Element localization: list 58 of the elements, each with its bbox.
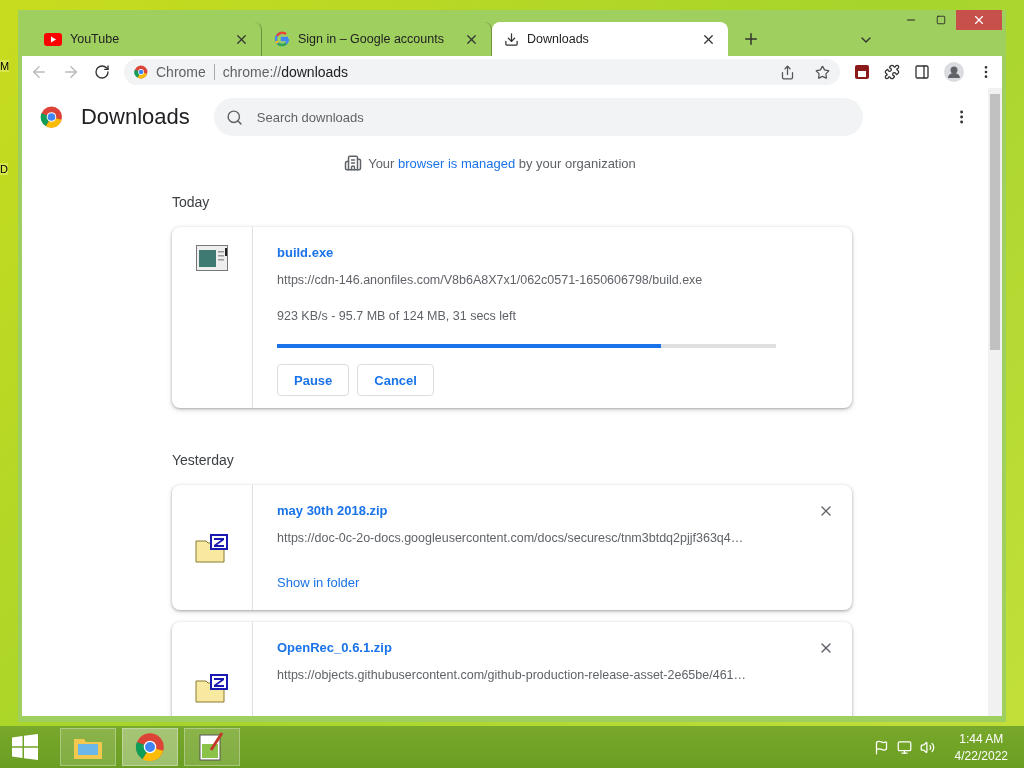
show-in-folder-link[interactable]: Show in folder (277, 575, 360, 590)
address-url: chrome://downloads (222, 64, 350, 80)
tab-title: YouTube (70, 32, 121, 46)
side-panel-icon[interactable] (914, 64, 930, 80)
date-heading: Yesterday (172, 452, 235, 468)
page-title: Downloads (80, 104, 190, 130)
profile-avatar-icon[interactable] (944, 62, 964, 82)
cancel-button[interactable]: Cancel (357, 364, 434, 396)
managed-link[interactable]: browser is managed (398, 155, 516, 171)
taskbar-app-button[interactable] (122, 728, 178, 766)
windows-logo-icon[interactable] (12, 734, 38, 760)
close-icon (972, 13, 986, 27)
extensions-icon[interactable] (884, 64, 900, 80)
tab-title: Sign in – Google accounts (298, 32, 445, 46)
reload-icon[interactable] (94, 64, 110, 80)
source-url: https://cdn-146.anonfiles.com/V8b6A8X7x1/062c0571-1650606798/build.exe (277, 273, 704, 287)
address-bar[interactable]: Chrome chrome://downloads (124, 59, 840, 85)
speaker-icon[interactable] (919, 739, 935, 755)
g-logo-icon (274, 31, 290, 47)
managed-notice: Your browser is managed by your organization (368, 155, 636, 171)
building-icon (344, 154, 363, 172)
source-url: https://doc-0c-2o-docs.googleusercontent.com/docs/securesc/tnm3btdq2pjjf363q4… (277, 531, 745, 545)
chrome-logo-icon (40, 105, 63, 129)
extension-icon[interactable] (854, 64, 870, 80)
tab-title: Downloads (527, 32, 590, 46)
browser-tab[interactable]: Downloads (492, 22, 728, 56)
download-icon (504, 31, 519, 47)
date-heading: Today (172, 194, 211, 210)
video-play-icon (44, 32, 62, 46)
file-name-link[interactable]: build.exe (277, 245, 334, 260)
download-status: 923 KB/s - 95.7 MB of 124 MB, 31 secs left (277, 309, 517, 323)
site-label: Chrome (156, 64, 206, 80)
clock-time: 1:44 AM (959, 731, 1004, 746)
scroll-thumb[interactable] (990, 94, 1000, 350)
flag-icon[interactable] (873, 739, 889, 755)
site-info-icon (134, 65, 148, 79)
new-tab-icon[interactable] (742, 30, 760, 48)
bookmark-star-icon[interactable] (815, 64, 830, 80)
maximize-icon[interactable] (936, 15, 946, 25)
network-icon[interactable] (896, 739, 912, 755)
file-name-link[interactable]: OpenRec_0.6.1.zip (277, 640, 392, 655)
pause-button[interactable]: Pause (277, 364, 350, 396)
file-name-link[interactable]: may 30th 2018.zip (277, 503, 388, 518)
search-icon (225, 108, 243, 126)
scrollbar[interactable] (988, 88, 1002, 716)
taskbar-app-button[interactable] (184, 728, 240, 766)
clock-date: 4/22/2022 (954, 748, 1008, 763)
share-icon[interactable] (780, 64, 795, 80)
zip-folder-icon (195, 673, 229, 703)
desktop-icon-label: D (0, 163, 8, 175)
notepad-icon (198, 732, 226, 762)
search-field[interactable]: Search downloads (213, 98, 863, 136)
clock[interactable]: 1:44 AM 4/22/2022 (954, 731, 1008, 763)
chrome-logo-icon (135, 732, 165, 762)
desktop-icon-label: M (0, 60, 10, 72)
zip-folder-icon (195, 532, 229, 563)
source-url: https://objects.githubusercontent.com/github-production-release-asset-2e65be/461… (277, 668, 748, 682)
program-file-icon (196, 245, 228, 271)
